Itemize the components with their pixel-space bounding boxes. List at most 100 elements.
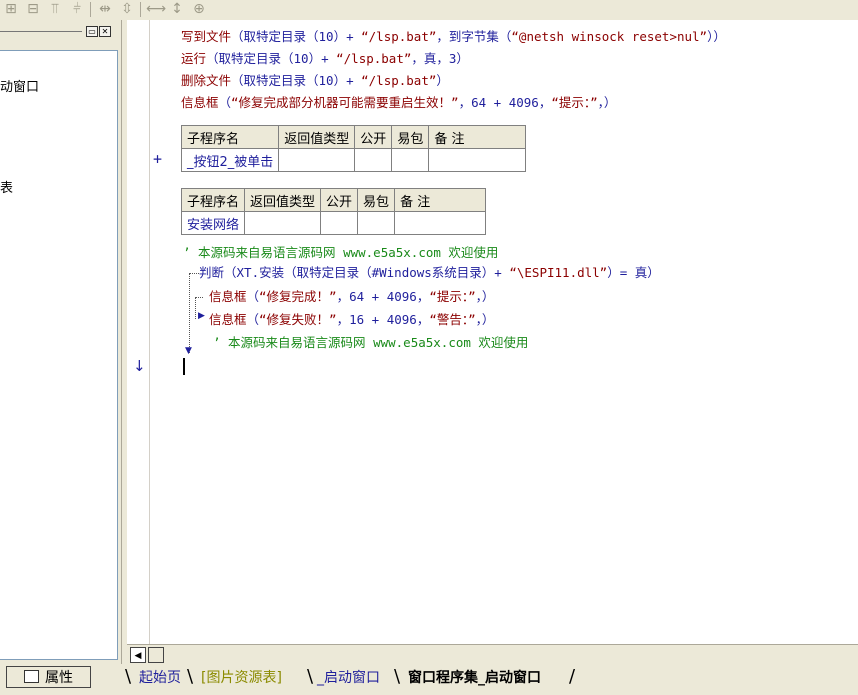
code-args: （取特定目录（10）+ <box>231 29 362 44</box>
code-line-4[interactable]: 信息框（“修复完成部分机器可能需要重启生效！”，64 + 4096，“提示：”，… <box>181 94 616 112</box>
code-line-2[interactable]: 运行（取特定目录（10）+ “/lsp.bat”，真，3） <box>181 50 469 68</box>
col-header-public: 公开 <box>320 188 359 212</box>
code-editor[interactable]: 写到文件（取特定目录（10）+ “/lsp.bat”，到字节集（“@netsh … <box>127 20 858 644</box>
align-left-icon[interactable]: ⊞ <box>2 1 20 18</box>
tab-divider: \ <box>307 666 314 687</box>
function-name: 信息框 <box>209 312 247 327</box>
string-literal: “/lsp.bat” <box>361 29 437 44</box>
string-literal: “提示：” <box>551 95 598 110</box>
tree-item-startup-window[interactable]: 动窗口 <box>0 76 39 95</box>
code-args: （ <box>246 312 260 327</box>
code-args: ） <box>436 73 449 88</box>
table-cell[interactable] <box>394 211 487 235</box>
flow-arrow-down-icon: ▼ <box>185 346 192 356</box>
col-header-public: 公开 <box>354 125 393 149</box>
col-header-name: 子程序名 <box>180 188 246 212</box>
code-args: ，16 + 4096， <box>336 312 430 327</box>
function-name: 信息框 <box>181 95 219 110</box>
code-line-7[interactable]: 信息框（“修复失败！”，16 + 4096，“警告：”，） <box>209 311 494 329</box>
align-top-icon[interactable]: ⫪ <box>46 1 64 18</box>
document-tabs: \ 起始页 \ [图片资源表] \ _启动窗口 \ 窗口程序集_启动窗口 / <box>121 664 858 695</box>
string-literal: “修复失败！” <box>259 312 337 327</box>
left-panel-header: ▭ ✕ <box>0 24 118 38</box>
scroll-thumb[interactable] <box>148 647 164 663</box>
tab-image-resources[interactable]: [图片资源表] <box>201 668 282 688</box>
scroll-left-button[interactable]: ◀ <box>130 647 146 663</box>
col-header-return-type: 返回值类型 <box>278 125 356 149</box>
toolbar-separator <box>90 2 91 17</box>
tab-divider: \ <box>394 666 401 687</box>
table-cell[interactable] <box>357 211 396 235</box>
same-size-icon[interactable]: ⊕ <box>190 1 208 18</box>
code-args: （取特定目录（10）+ <box>206 51 337 66</box>
tab-start-page[interactable]: 起始页 <box>139 668 181 688</box>
tab-divider: / <box>569 666 576 687</box>
code-args: ）= 真） <box>607 265 660 280</box>
align-center-icon[interactable]: ⊟ <box>24 1 42 18</box>
string-literal: “提示：” <box>429 289 476 304</box>
tab-window-program-set[interactable]: 窗口程序集_启动窗口 <box>408 668 541 688</box>
code-args: （取特定目录（10）+ <box>231 73 362 88</box>
flow-line <box>189 273 190 353</box>
maximize-icon[interactable]: ▭ <box>86 26 98 37</box>
comment-line-1[interactable]: ’ 本源码来自易语言源码网 www.e5a5x.com 欢迎使用 <box>183 244 498 262</box>
editor-gutter <box>127 20 150 644</box>
subroutine-name-cell[interactable]: _按钮2_被单击 <box>180 148 280 172</box>
code-args: ，真，3） <box>411 51 469 66</box>
col-header-easy-pack: 易包 <box>357 188 396 212</box>
close-icon[interactable]: ✕ <box>99 26 111 37</box>
tree-item-table[interactable]: 表 <box>0 177 13 196</box>
layout-toolbar: ⊞ ⊟ ⫪ ⫩ ⇹ ⇳ ⟷ ↕ ⊕ <box>0 0 858 21</box>
string-literal: “修复完成！” <box>259 289 337 304</box>
left-panel: ▭ ✕ 动窗口 表 属性 <box>0 20 121 695</box>
function-name: 信息框 <box>209 289 247 304</box>
same-height-icon[interactable]: ↕ <box>168 1 186 18</box>
subroutine-table-1: 子程序名 返回值类型 公开 易包 备 注 _按钮2_被单击 <box>180 125 527 172</box>
keyword: 判断 <box>199 265 225 280</box>
table-cell[interactable] <box>354 148 393 172</box>
flow-line <box>195 297 203 298</box>
flow-arrow-icon: ▶ <box>198 311 205 321</box>
flow-line <box>195 297 196 319</box>
table-cell[interactable] <box>428 148 527 172</box>
string-literal: “/lsp.bat” <box>336 51 412 66</box>
code-args: （ <box>246 289 260 304</box>
string-literal: “\ESPI11.dll” <box>509 265 608 280</box>
table-cell[interactable] <box>320 211 359 235</box>
code-line-1[interactable]: 写到文件（取特定目录（10）+ “/lsp.bat”，到字节集（“@netsh … <box>181 28 726 46</box>
table-cell[interactable] <box>278 148 356 172</box>
toolbar-separator <box>140 2 141 17</box>
subroutine-name-cell[interactable]: 安装网络 <box>180 211 246 235</box>
properties-label: 属性 <box>45 670 73 686</box>
program-tree: 动窗口 表 <box>0 50 118 660</box>
tab-divider: \ <box>187 666 194 687</box>
text-caret <box>183 358 185 375</box>
string-literal: “警告：” <box>429 312 476 327</box>
code-args: ，64 + 4096， <box>458 95 552 110</box>
properties-tab-button[interactable]: 属性 <box>6 666 91 688</box>
code-args: ，） <box>475 312 495 327</box>
code-args: ，） <box>597 95 617 110</box>
code-line-3[interactable]: 删除文件（取特定目录（10）+ “/lsp.bat”） <box>181 72 449 90</box>
code-line-6[interactable]: 信息框（“修复完成！”，64 + 4096，“提示：”，） <box>209 288 494 306</box>
align-middle-icon[interactable]: ⫩ <box>68 1 86 18</box>
code-line-5[interactable]: 判断（XT.安装（取特定目录（#Windows系统目录）+ “\ESPI11.d… <box>199 264 660 282</box>
space-horizontal-icon[interactable]: ⇹ <box>96 1 114 18</box>
tab-startup-window[interactable]: _启动窗口 <box>317 668 380 688</box>
code-args: （ <box>218 95 232 110</box>
subroutine-table-2: 子程序名 返回值类型 公开 易包 备 注 安装网络 <box>180 188 487 235</box>
code-args: （XT.安装（取特定目录（#Windows系统目录）+ <box>224 265 510 280</box>
properties-icon <box>24 670 39 683</box>
same-width-icon[interactable]: ⟷ <box>146 1 166 18</box>
expand-plus-icon[interactable]: + <box>153 150 162 168</box>
space-vertical-icon[interactable]: ⇳ <box>118 1 136 18</box>
col-header-remark: 备 注 <box>428 125 527 149</box>
code-args: ）） <box>707 29 726 44</box>
table-cell[interactable] <box>391 148 430 172</box>
function-name: 写到文件 <box>181 29 232 44</box>
comment-line-2[interactable]: ’ 本源码来自易语言源码网 www.e5a5x.com 欢迎使用 <box>213 334 528 352</box>
horizontal-scrollbar[interactable]: ◀ <box>127 644 858 665</box>
col-header-return-type: 返回值类型 <box>244 188 322 212</box>
table-cell[interactable] <box>244 211 322 235</box>
col-header-remark: 备 注 <box>394 188 487 212</box>
